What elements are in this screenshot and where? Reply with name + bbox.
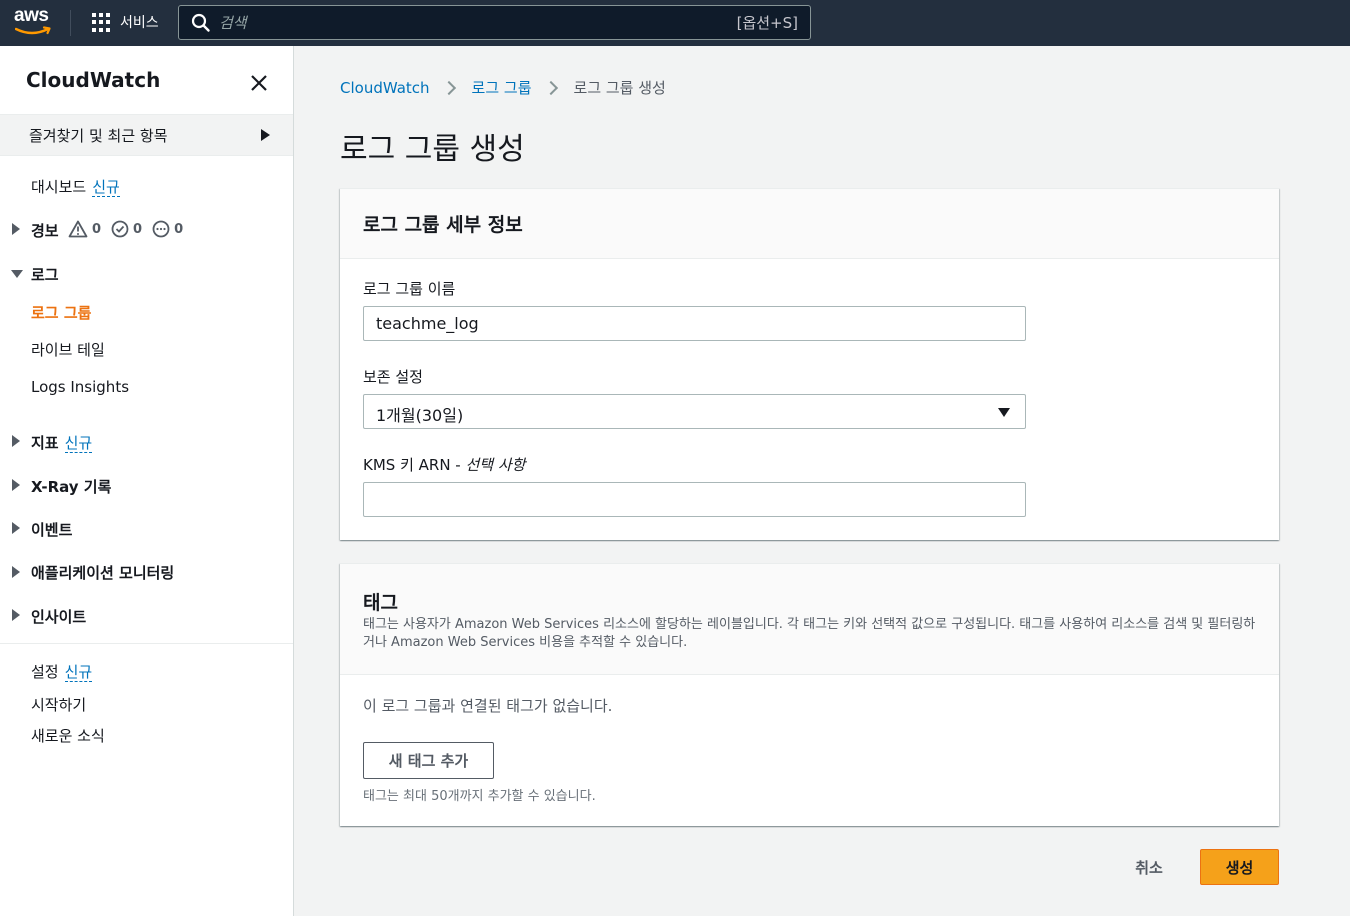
sidebar-item-label: 대시보드 <box>31 178 87 196</box>
sidebar-item-label: X-Ray 기록 <box>31 478 112 496</box>
sidebar-item-logs[interactable]: 로그 <box>31 264 59 285</box>
topbar-divider <box>70 10 71 36</box>
sidebar-item-xray[interactable]: X-Ray 기록 <box>31 476 111 497</box>
services-menu-button[interactable]: 서비스 <box>92 12 159 32</box>
sidebar-item-label: 지표 <box>31 434 59 452</box>
sidebar-item-label: 라이브 테일 <box>31 341 105 359</box>
expand-icon[interactable] <box>12 435 20 447</box>
expand-icon[interactable] <box>12 609 20 621</box>
sidebar-item-label: 애플리케이션 모니터링 <box>31 564 175 582</box>
breadcrumb-current: 로그 그룹 생성 <box>573 79 666 97</box>
retention-selected-value: 1개월(30일) <box>376 406 464 425</box>
new-badge: 신규 <box>92 178 120 197</box>
sidebar-item-label: 새로운 소식 <box>31 727 105 745</box>
panel-title: 태그 <box>363 592 398 614</box>
more-circle-icon <box>152 220 170 238</box>
sidebar-item-log-groups[interactable]: 로그 그룹 <box>31 302 91 323</box>
favorites-section[interactable]: 즐겨찾기 및 최근 항목 <box>0 114 293 156</box>
services-label: 서비스 <box>120 15 159 31</box>
sidebar-item-live-tail[interactable]: 라이브 테일 <box>31 339 105 360</box>
new-badge: 신규 <box>64 663 93 682</box>
sidebar-divider <box>0 643 293 644</box>
retention-label: 보존 설정 <box>363 368 423 386</box>
retention-select[interactable]: 1개월(30일) <box>363 394 1026 429</box>
breadcrumb-link-log-groups[interactable]: 로그 그룹 <box>472 77 532 98</box>
expand-icon[interactable] <box>12 522 20 534</box>
expand-icon[interactable] <box>12 566 20 578</box>
panel-header: 태그 태그는 사용자가 Amazon Web Services 리소스에 할당하… <box>340 564 1279 675</box>
sidebar-item-label: 이벤트 <box>31 521 73 539</box>
log-group-name-input[interactable] <box>363 306 1026 341</box>
aws-smile-icon <box>15 26 51 35</box>
chevron-right-icon <box>441 80 456 95</box>
panel-header: 로그 그룹 세부 정보 <box>340 189 1279 259</box>
aws-logo[interactable]: aws <box>14 6 54 38</box>
breadcrumb: CloudWatch 로그 그룹 로그 그룹 생성 <box>340 77 666 98</box>
expand-icon[interactable] <box>12 479 20 491</box>
search-icon <box>191 13 210 32</box>
alarm-insufficient-count[interactable]: 0 <box>152 220 183 238</box>
search-input[interactable] <box>219 13 737 32</box>
sidebar-item-getting-started[interactable]: 시작하기 <box>31 694 86 715</box>
sidebar-title: CloudWatch <box>26 68 161 92</box>
cancel-button[interactable]: 취소 <box>1120 849 1178 885</box>
top-navigation: aws 서비스 [옵션+S] <box>0 0 1350 46</box>
optional-label: 선택 사항 <box>465 456 526 474</box>
create-button[interactable]: 생성 <box>1200 849 1279 885</box>
sidebar-item-whats-new[interactable]: 새로운 소식 <box>31 725 105 746</box>
expand-icon[interactable] <box>12 223 20 235</box>
caret-right-icon <box>261 129 270 141</box>
tags-panel: 태그 태그는 사용자가 Amazon Web Services 리소스에 할당하… <box>340 563 1279 826</box>
sidebar-item-label: 로그 <box>31 266 59 284</box>
sidebar-item-logs-insights[interactable]: Logs Insights <box>31 378 129 396</box>
tags-limit-hint: 태그는 최대 50개까지 추가할 수 있습니다. <box>363 789 596 804</box>
alarm-status-counts: 0 0 0 <box>68 220 193 238</box>
alarm-ok-count[interactable]: 0 <box>111 220 142 238</box>
close-icon[interactable] <box>248 72 270 94</box>
sidebar-item-label: 시작하기 <box>31 696 87 714</box>
favorites-label: 즐겨찾기 및 최근 항목 <box>29 127 168 145</box>
dropdown-caret-icon <box>998 408 1010 417</box>
tags-description: 태그는 사용자가 Amazon Web Services 리소스에 할당하는 레… <box>363 617 1256 650</box>
new-badge: 신규 <box>64 434 93 453</box>
sidebar-item-dashboard[interactable]: 대시보드 신규 <box>31 176 120 197</box>
add-tag-button[interactable]: 새 태그 추가 <box>363 742 494 779</box>
sidebar-item-label: 경보 <box>31 222 59 240</box>
kms-key-arn-input[interactable] <box>363 482 1026 517</box>
search-bar[interactable]: [옵션+S] <box>178 5 811 40</box>
sidebar-item-app-monitoring[interactable]: 애플리케이션 모니터링 <box>31 562 174 583</box>
search-shortcut-hint: [옵션+S] <box>736 14 798 32</box>
alarm-in-alarm-count[interactable]: 0 <box>68 220 101 238</box>
aws-logo-text: aws <box>14 5 49 26</box>
breadcrumb-link-cloudwatch[interactable]: CloudWatch <box>340 79 430 97</box>
log-group-name-label: 로그 그룹 이름 <box>363 280 456 298</box>
sidebar-item-label: 설정 <box>31 663 59 681</box>
sidebar-item-insights[interactable]: 인사이트 <box>31 606 86 627</box>
sidebar-item-settings[interactable]: 설정 신규 <box>31 661 93 682</box>
check-circle-icon <box>111 220 129 238</box>
chevron-right-icon <box>543 80 558 95</box>
sidebar: CloudWatch 즐겨찾기 및 최근 항목 대시보드 신규 경보 0 0 0… <box>0 46 294 916</box>
sidebar-item-label: Logs Insights <box>31 378 130 396</box>
sidebar-item-label: 인사이트 <box>31 608 87 626</box>
kms-key-label: KMS 키 ARN - 선택 사항 <box>363 456 526 474</box>
page-title: 로그 그룹 생성 <box>340 132 525 167</box>
grid-icon <box>92 12 112 32</box>
log-group-details-panel: 로그 그룹 세부 정보 로그 그룹 이름 보존 설정 1개월(30일) KMS … <box>340 188 1279 540</box>
sidebar-item-label: 로그 그룹 <box>31 304 92 322</box>
sidebar-item-metrics[interactable]: 지표 신규 <box>31 432 93 453</box>
collapse-icon[interactable] <box>11 270 23 278</box>
panel-title: 로그 그룹 세부 정보 <box>363 214 523 236</box>
no-tags-message: 이 로그 그룹과 연결된 태그가 없습니다. <box>363 697 613 715</box>
warning-icon <box>68 220 88 238</box>
sidebar-item-events[interactable]: 이벤트 <box>31 519 72 540</box>
sidebar-item-alarms[interactable]: 경보 <box>31 220 59 241</box>
